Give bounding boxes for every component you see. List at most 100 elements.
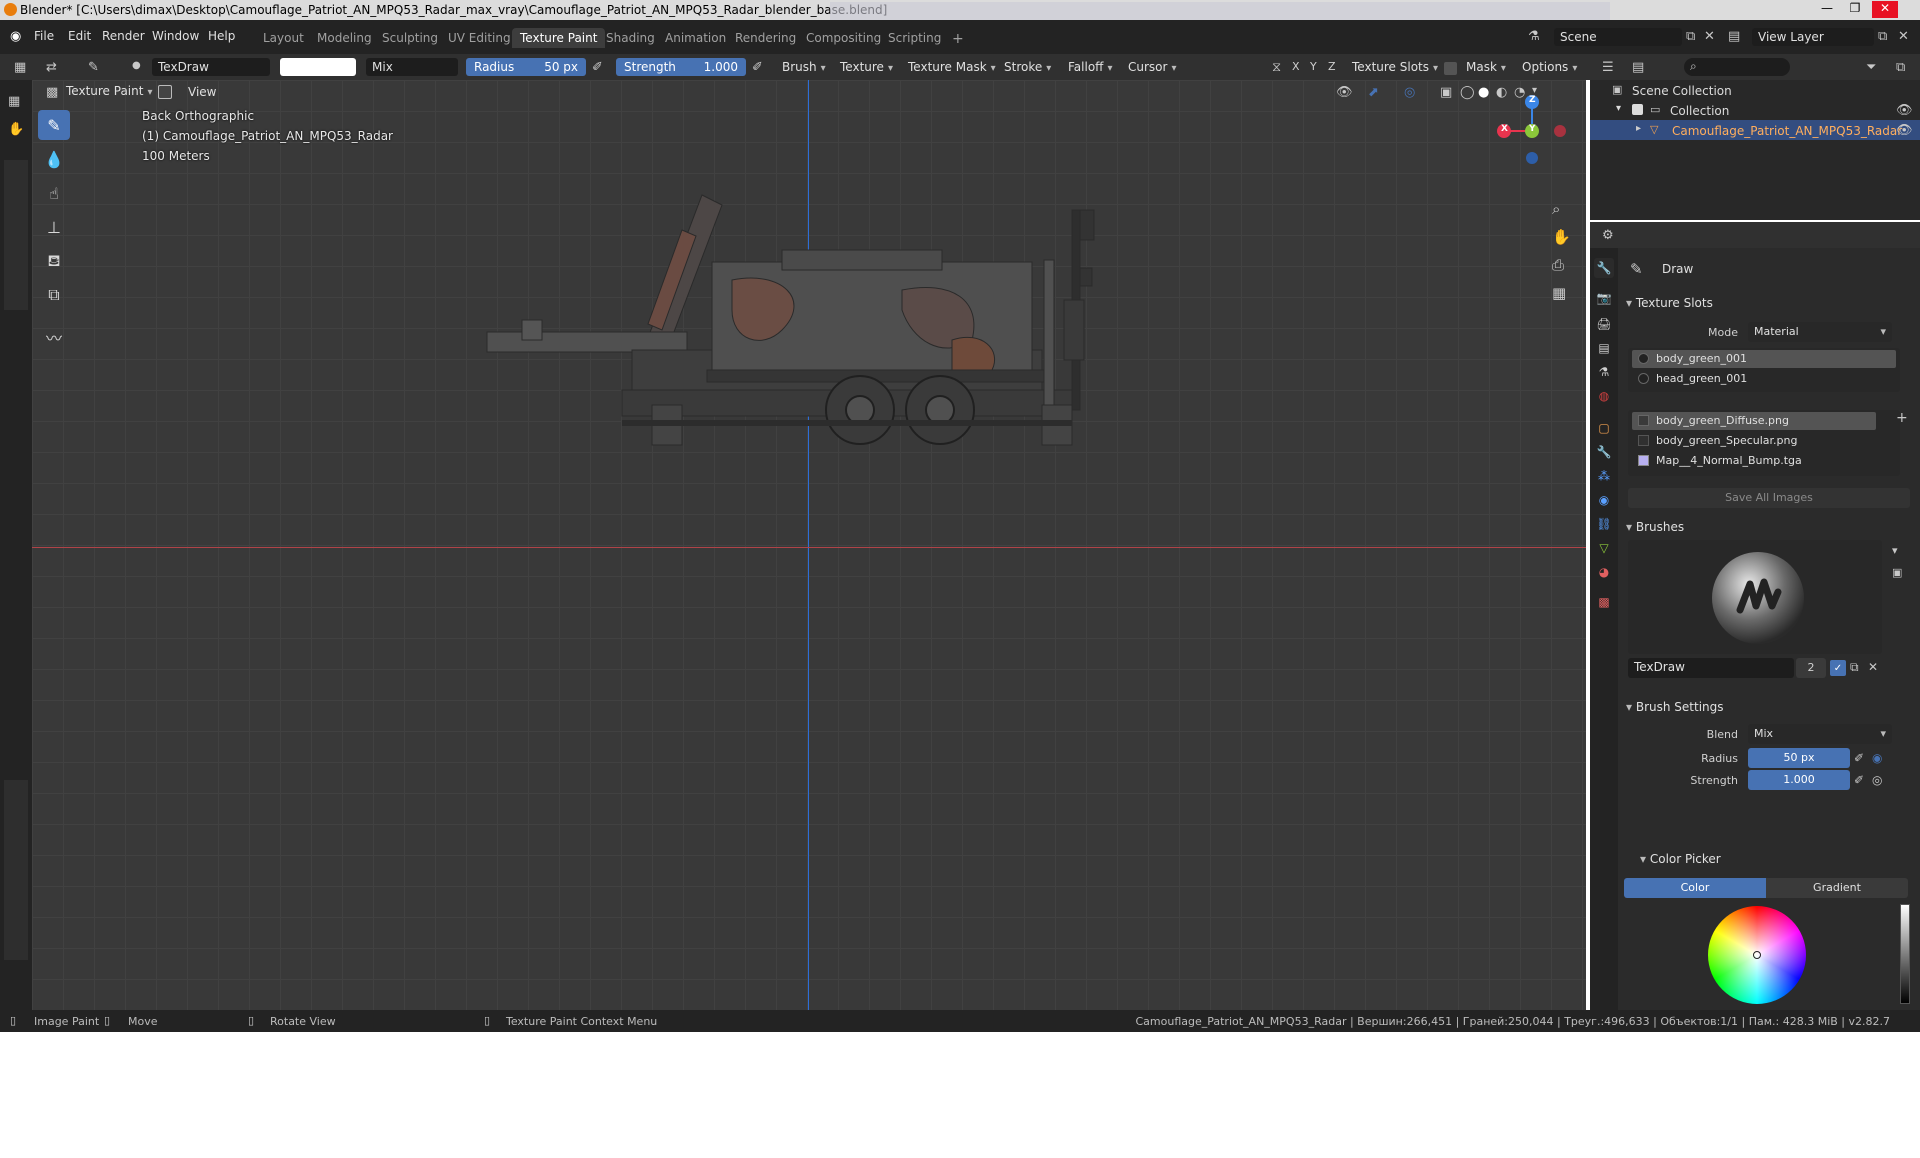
color-cursor[interactable]: [1753, 951, 1761, 959]
menu-render[interactable]: Render: [102, 29, 145, 43]
tool-mode-icon[interactable]: ⇄: [46, 60, 57, 75]
tab-layout[interactable]: Layout: [255, 28, 312, 48]
3d-viewport[interactable]: Z X Y ⌕ ✋ ⎙ ▦ Back Orthographic (1) Camo…: [32, 80, 1586, 1010]
strength-pressure-icon[interactable]: ✐: [752, 60, 763, 75]
xray-toggle-icon[interactable]: ▣: [1440, 85, 1452, 100]
mirror-x-toggle[interactable]: X: [1292, 60, 1300, 73]
smear-tool[interactable]: ☝: [38, 178, 70, 208]
radius-slider[interactable]: Radius 50 px: [466, 58, 586, 76]
outliner-collection[interactable]: ▾ ▭ Collection 👁: [1590, 100, 1920, 120]
cursor-dropdown[interactable]: Cursor: [1124, 58, 1180, 76]
view-layer-tab-icon[interactable]: ▤: [1594, 338, 1614, 358]
brush-preview-box[interactable]: [1628, 540, 1882, 654]
strength-pressure-toggle-icon[interactable]: ✐: [1854, 773, 1864, 787]
editor-type-icon[interactable]: ▦: [14, 60, 26, 75]
data-tab-icon[interactable]: ▽: [1594, 538, 1614, 558]
delete-view-layer-icon[interactable]: ✕: [1898, 29, 1909, 44]
mask-checkbox[interactable]: [1444, 62, 1457, 75]
tool-tab-icon[interactable]: 🔧: [1594, 258, 1614, 278]
tab-uv-editing[interactable]: UV Editing: [440, 28, 519, 48]
brush-list-expand-icon[interactable]: ▾: [1892, 544, 1898, 557]
unlink-brush-icon[interactable]: ✕: [1868, 660, 1878, 674]
shading-options-icon[interactable]: ▾: [1532, 85, 1537, 96]
texture-dropdown[interactable]: Texture: [836, 58, 897, 76]
new-collection-icon[interactable]: ⧉: [1896, 60, 1905, 75]
falloff-dropdown[interactable]: Falloff: [1064, 58, 1116, 76]
modifier-tab-icon[interactable]: 🔧: [1594, 442, 1614, 462]
tab-scripting[interactable]: Scripting: [880, 28, 949, 48]
color-tab[interactable]: Color: [1624, 878, 1766, 898]
fill-tool[interactable]: ⛾: [38, 246, 70, 276]
color-picker-subpanel-header[interactable]: Color Picker: [1640, 852, 1721, 866]
list-item[interactable]: body_green_Specular.png: [1632, 432, 1876, 450]
list-item[interactable]: body_green_001: [1632, 350, 1896, 368]
minimize-button[interactable]: —: [1814, 1, 1840, 18]
fake-user-icon[interactable]: ●: [132, 60, 141, 71]
brushes-panel-header[interactable]: Brushes: [1626, 520, 1684, 534]
stroke-dropdown[interactable]: Stroke: [1000, 58, 1055, 76]
overlay-toggle-icon[interactable]: ◎: [1404, 85, 1415, 100]
mirror-z-toggle[interactable]: Z: [1328, 60, 1336, 73]
mirror-y-toggle[interactable]: Y: [1310, 60, 1317, 73]
world-tab-icon[interactable]: ◍: [1594, 386, 1614, 406]
tab-shading[interactable]: Shading: [598, 28, 663, 48]
texture-slots-dropdown[interactable]: Texture Slots: [1348, 58, 1442, 76]
duplicate-brush-icon[interactable]: ⧉: [1850, 660, 1859, 675]
object-visibility-icon[interactable]: 👁: [1896, 123, 1913, 138]
tab-modeling[interactable]: Modeling: [309, 28, 380, 48]
outliner-editor-icon[interactable]: ☰: [1602, 60, 1614, 75]
outliner-scene-collection[interactable]: ▣ Scene Collection: [1590, 80, 1920, 100]
pan-hand-icon[interactable]: ✋: [8, 122, 24, 137]
list-item[interactable]: body_green_Diffuse.png: [1632, 412, 1876, 430]
object-expand-icon[interactable]: ▸: [1636, 123, 1641, 134]
menu-help[interactable]: Help: [208, 29, 235, 43]
brush-strength-slider[interactable]: 1.000: [1748, 770, 1850, 790]
mask-tool[interactable]: ⧉: [38, 280, 70, 310]
constraints-tab-icon[interactable]: ⛓: [1594, 514, 1614, 534]
clone-tool[interactable]: ⊥: [38, 212, 70, 242]
particles-tab-icon[interactable]: ⁂: [1594, 466, 1614, 486]
new-scene-icon[interactable]: ⧉: [1686, 29, 1695, 44]
properties-editor-icon[interactable]: ⚙: [1602, 228, 1614, 243]
brush-icon[interactable]: ✎: [88, 60, 99, 75]
brush-radius-slider[interactable]: 50 px: [1748, 748, 1850, 768]
texture-tab-icon[interactable]: ▩: [1594, 592, 1614, 612]
view-menu[interactable]: View: [188, 85, 216, 99]
image-editor-icon[interactable]: ▦: [8, 94, 20, 109]
new-view-layer-icon[interactable]: ⧉: [1878, 29, 1887, 44]
mask-dropdown[interactable]: Mask: [1462, 58, 1510, 76]
output-tab-icon[interactable]: 🖨: [1594, 314, 1614, 334]
visibility-icon[interactable]: 👁: [1336, 85, 1353, 100]
collection-expand-icon[interactable]: ▾: [1616, 103, 1621, 114]
delete-scene-icon[interactable]: ✕: [1704, 29, 1715, 44]
outliner-search-input[interactable]: ⌕: [1684, 58, 1790, 76]
scene-selector-icon[interactable]: ⚗: [1528, 29, 1540, 44]
brush-blend-dropdown[interactable]: Mix: [1748, 724, 1892, 744]
tab-rendering[interactable]: Rendering: [727, 28, 804, 48]
scene-tab-icon[interactable]: ⚗: [1594, 362, 1614, 382]
radius-unit-toggle-icon[interactable]: ◉: [1872, 751, 1882, 765]
tab-compositing[interactable]: Compositing: [798, 28, 889, 48]
maximize-button[interactable]: ❐: [1842, 1, 1868, 18]
soften-tool[interactable]: 💧: [38, 144, 70, 174]
collection-visibility-icon[interactable]: 👁: [1896, 103, 1913, 118]
display-mode-icon[interactable]: ▤: [1632, 60, 1644, 75]
outliner-object-row[interactable]: ▸ ▽ Camouflage_Patriot_AN_MPQ53_Radar 👁: [1590, 120, 1920, 140]
wireframe-shading-icon[interactable]: ◯: [1460, 85, 1475, 100]
mode-dropdown[interactable]: Texture Paint: [62, 82, 156, 100]
annotate-tool[interactable]: 〰: [38, 322, 70, 352]
ortho-toggle-icon[interactable]: ▦: [1552, 284, 1566, 302]
options-dropdown[interactable]: Options: [1518, 58, 1581, 76]
view-layer-icon[interactable]: ▤: [1728, 29, 1740, 44]
left-strip-scroll[interactable]: [4, 160, 28, 310]
brush-name-input[interactable]: TexDraw: [1628, 658, 1794, 678]
radar-model-render[interactable]: [482, 190, 1182, 560]
material-tab-icon[interactable]: ◕: [1594, 562, 1614, 582]
texture-slots-panel-header[interactable]: Texture Slots: [1626, 296, 1713, 310]
camera-view-icon[interactable]: ⎙: [1552, 256, 1564, 274]
add-texture-slot-icon[interactable]: +: [1896, 410, 1908, 426]
gradient-tab[interactable]: Gradient: [1766, 878, 1908, 898]
menu-file[interactable]: File: [34, 29, 54, 43]
draw-tool[interactable]: ✎: [38, 110, 70, 140]
material-shading-icon[interactable]: ◐: [1496, 85, 1507, 100]
